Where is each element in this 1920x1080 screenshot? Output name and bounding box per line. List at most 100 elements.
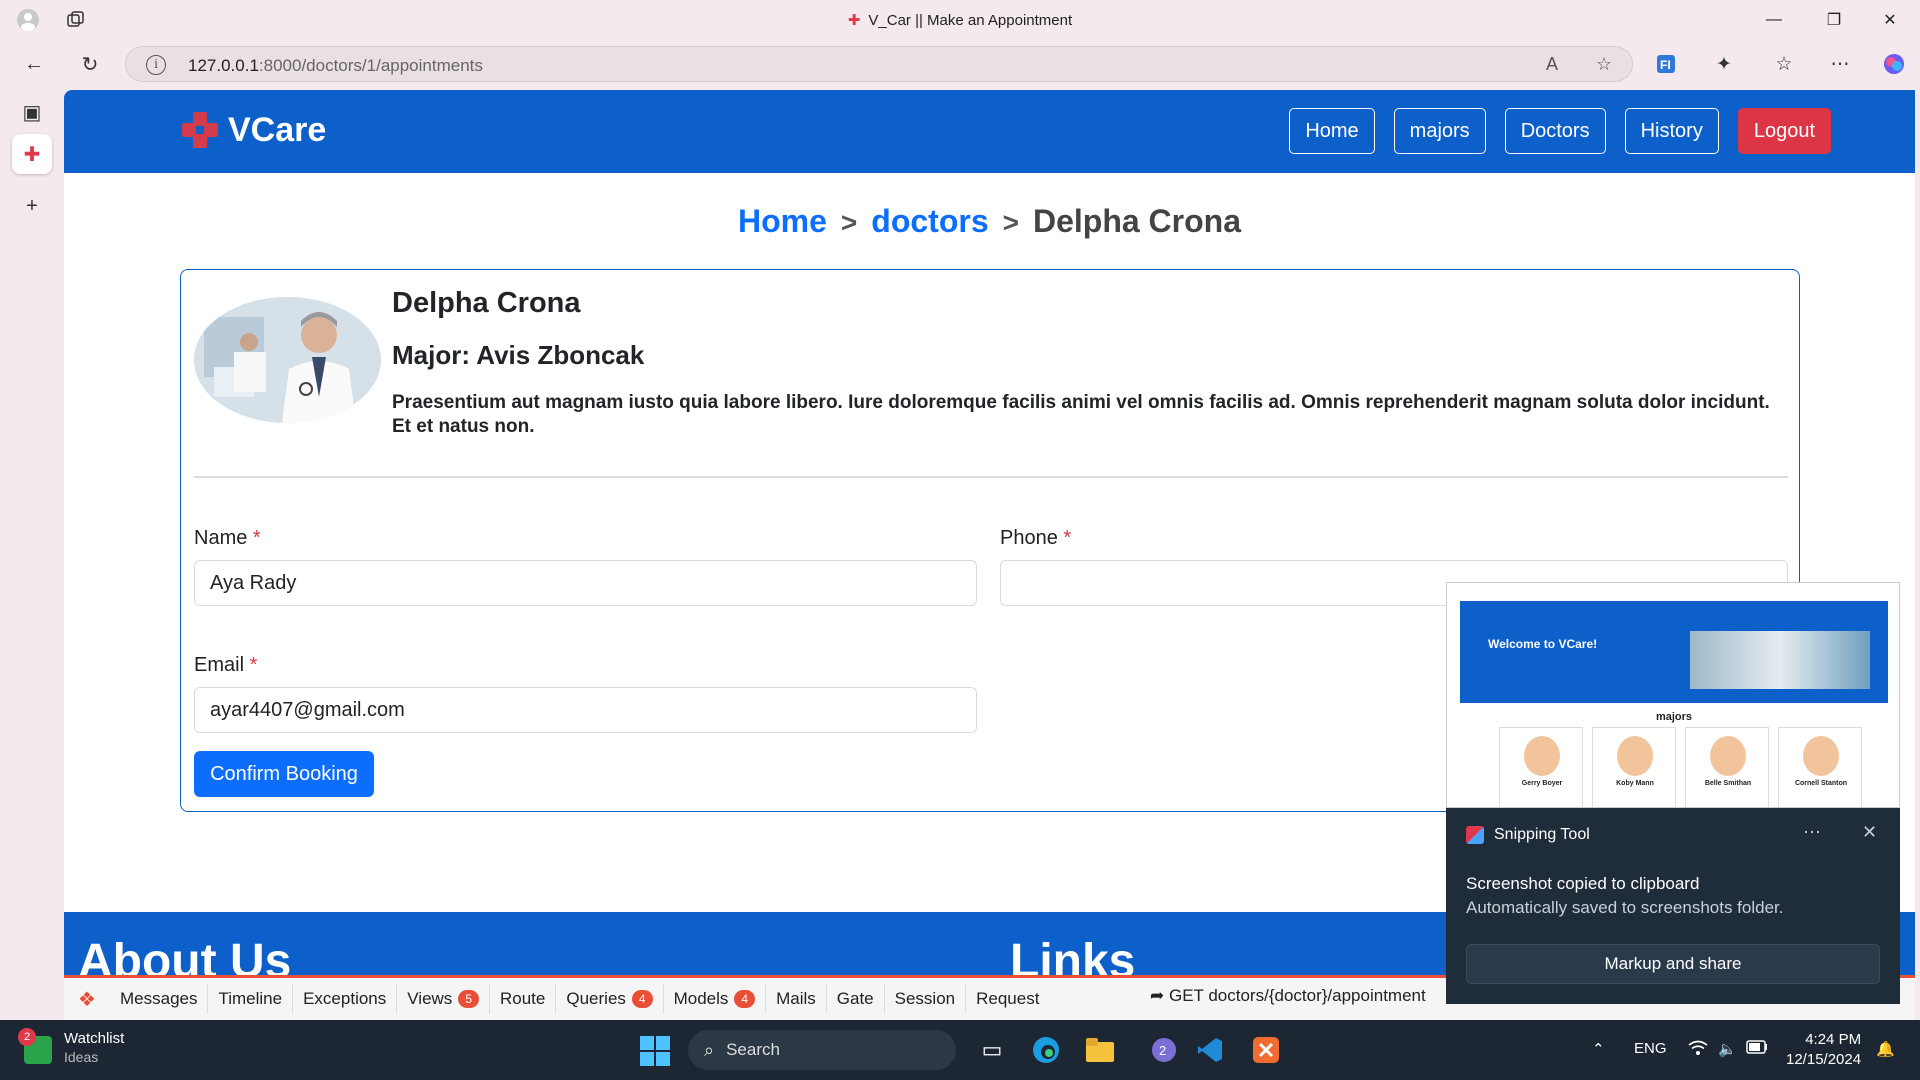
vertical-tab-bar: ▣ ✚ + (0, 88, 64, 1020)
window-title-text: V_Car || Make an Appointment (868, 12, 1073, 29)
vcare-logo-icon (180, 110, 220, 150)
debug-tab-queries[interactable]: Queries 4 (556, 984, 664, 1014)
email-label-text: Email (194, 654, 245, 676)
brand-text: VCare (228, 110, 327, 149)
required-mark: * (249, 654, 258, 676)
window-title: ✚ V_Car || Make an Appointment (0, 11, 1920, 29)
nav-history-button[interactable]: History (1624, 108, 1719, 154)
watchlist-widget[interactable]: 2 Watchlist Ideas (18, 1028, 125, 1065)
nav-doctors-button[interactable]: Doctors (1504, 108, 1606, 154)
file-explorer-icon[interactable] (1082, 1032, 1118, 1068)
name-label-text: Name (194, 527, 248, 549)
vcare-favicon-icon: ✚ (847, 12, 861, 29)
volume-icon[interactable]: 🔈 (1718, 1040, 1737, 1058)
debug-tab-label: Messages (120, 989, 198, 1008)
address-bar[interactable]: i 127.0.0.1:8000/doctors/1/appointments … (125, 46, 1633, 82)
debug-tab-label: Queries (566, 989, 626, 1008)
task-view-icon[interactable]: ▭ (974, 1032, 1010, 1068)
debug-tab-views[interactable]: Views 5 (397, 984, 490, 1014)
debug-route-text: GET doctors/{doctor}/appointment (1168, 986, 1426, 1005)
extensions-puzzle-icon[interactable]: ✦ (1708, 48, 1740, 80)
brand-link[interactable]: VCare (180, 110, 326, 150)
debug-tab-exceptions[interactable]: Exceptions (293, 984, 398, 1014)
url-text[interactable]: 127.0.0.1:8000/doctors/1/appointments (188, 56, 483, 76)
snipping-tool-toast: Snipping Tool ⋯ ✕ Screenshot copied to c… (1446, 808, 1900, 1004)
thumb-hero-title: Welcome to VCare! (1488, 637, 1598, 651)
widget-title: Watchlist (64, 1030, 125, 1047)
xampp-icon[interactable] (1248, 1032, 1284, 1068)
models-count-badge: 4 (734, 990, 756, 1008)
wifi-icon[interactable] (1688, 1040, 1708, 1060)
minimize-icon[interactable]: — (1744, 0, 1804, 40)
favorites-icon[interactable]: ☆ (1768, 48, 1800, 80)
debug-tab-label: Request (976, 989, 1040, 1008)
debug-route[interactable]: ➦ GET doctors/{doctor}/appointment (1150, 986, 1426, 1006)
teams-icon[interactable]: 2 (1146, 1032, 1182, 1068)
teams-badge: 2 (1159, 1043, 1166, 1058)
debug-tab-messages[interactable]: Messages (110, 984, 209, 1014)
restore-icon[interactable]: ❐ (1804, 0, 1864, 40)
tab-actions-icon[interactable]: ▣ (12, 92, 52, 132)
show-hidden-icons-icon[interactable]: ⌃ (1592, 1040, 1605, 1058)
debug-tab-label: Views (407, 989, 453, 1008)
card-divider (194, 476, 1788, 478)
browser-titlebar: ✚ V_Car || Make an Appointment — ❐ ✕ (0, 0, 1920, 40)
nav-majors-button[interactable]: majors (1393, 108, 1486, 154)
debug-tab-timeline[interactable]: Timeline (208, 984, 294, 1014)
start-button-icon[interactable] (640, 1036, 670, 1066)
email-label: Email * (194, 654, 257, 677)
system-clock[interactable]: 4:24 PM 12/15/2024 (1786, 1030, 1861, 1070)
browser-toolbar: ← ↻ i 127.0.0.1:8000/doctors/1/appointme… (0, 40, 1920, 88)
breadcrumb-doctors-link[interactable]: doctors (871, 203, 988, 239)
name-label: Name * (194, 527, 261, 550)
breadcrumb-separator: > (840, 207, 858, 238)
phone-label: Phone * (1000, 527, 1071, 550)
breadcrumb-current: Delpha Crona (1032, 203, 1241, 239)
email-input[interactable]: ayar4407@gmail.com (194, 687, 977, 733)
tab-vcare[interactable]: ✚ (12, 134, 52, 174)
read-aloud-icon[interactable]: A (1546, 54, 1558, 75)
laravel-logo-icon[interactable]: ❖ (64, 987, 110, 1012)
vscode-icon[interactable] (1192, 1032, 1228, 1068)
close-window-icon[interactable]: ✕ (1860, 0, 1920, 40)
copilot-icon[interactable] (1878, 48, 1910, 80)
url-host: 127.0.0.1 (188, 56, 259, 75)
refresh-icon[interactable]: ↻ (74, 48, 106, 80)
debug-tab-session[interactable]: Session (885, 984, 967, 1014)
confirm-booking-button[interactable]: Confirm Booking (194, 751, 374, 797)
new-tab-icon[interactable]: + (12, 186, 52, 226)
notifications-bell-icon[interactable]: 🔔 (1876, 1040, 1895, 1058)
debug-tab-gate[interactable]: Gate (827, 984, 885, 1014)
taskbar-search[interactable]: ⌕ Search (688, 1030, 956, 1070)
site-info-icon[interactable]: i (146, 55, 166, 75)
views-count-badge: 5 (458, 990, 479, 1008)
thumb-card: Koby Mann (1592, 727, 1676, 807)
debug-tab-models[interactable]: Models 4 (664, 984, 767, 1014)
doctor-photo (194, 297, 381, 423)
debug-tab-mails[interactable]: Mails (766, 984, 827, 1014)
name-input[interactable]: Aya Rady (194, 560, 977, 606)
debug-tab-label: Mails (776, 989, 816, 1008)
queries-count-badge: 4 (631, 990, 653, 1008)
debug-tab-label: Route (500, 989, 546, 1008)
favorite-star-icon[interactable]: ☆ (1596, 54, 1612, 75)
toast-close-icon[interactable]: ✕ (1862, 822, 1877, 843)
more-menu-icon[interactable]: ⋯ (1824, 48, 1856, 80)
extension-fi-icon[interactable]: FI (1650, 48, 1682, 80)
toast-more-icon[interactable]: ⋯ (1803, 822, 1821, 843)
edge-taskbar-icon[interactable] (1028, 1032, 1064, 1068)
breadcrumb-home-link[interactable]: Home (738, 203, 827, 239)
back-icon[interactable]: ← (18, 48, 50, 80)
snip-preview-thumbnail[interactable]: Welcome to VCare! majors Gerry Boyer Kob… (1446, 582, 1900, 808)
debug-tab-request[interactable]: Request (966, 984, 1049, 1014)
share-arrow-icon: ➦ (1150, 986, 1165, 1005)
input-language[interactable]: ENG (1634, 1040, 1667, 1057)
nav-home-button[interactable]: Home (1289, 108, 1375, 154)
debug-tab-label: Gate (836, 989, 874, 1008)
svg-text:FI: FI (1660, 58, 1671, 72)
logout-button[interactable]: Logout (1737, 108, 1831, 154)
debug-tab-route[interactable]: Route (490, 984, 557, 1014)
snipping-tool-icon (1466, 826, 1484, 844)
battery-icon[interactable] (1746, 1040, 1768, 1058)
markup-and-share-button[interactable]: Markup and share (1466, 944, 1880, 984)
